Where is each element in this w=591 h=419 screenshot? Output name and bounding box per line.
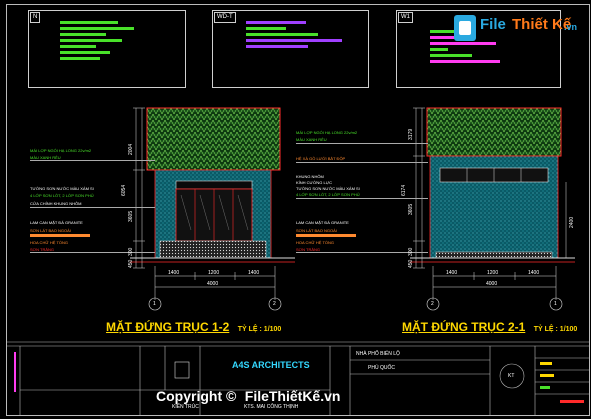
left-note-7: HOA CHỮ HỆ TỔNG — [30, 240, 69, 245]
right-note-4: KÍNH CƯỜNG LỰC — [296, 180, 333, 185]
left-axis-1: 1 — [153, 301, 156, 307]
right-note-8: SƠN LÁT BAO NGOÀI — [296, 228, 337, 233]
footer-copyright: Copyright © — [156, 388, 237, 404]
right-note-9: HOA CHỮ HỆ TỔNG — [296, 240, 335, 245]
right-dim-v-0: 3179 — [408, 128, 414, 140]
firm-name: A4S ARCHITECTS — [232, 360, 310, 370]
left-elevation — [130, 107, 295, 311]
left-note-0: MÁI LỢP NGÓI HẠ LONG 22v/m2 — [30, 148, 92, 153]
right-axis-1: 1 — [554, 301, 557, 307]
right-dim-total: 4000 — [486, 281, 498, 287]
right-dim-b-1: 1200 — [487, 270, 499, 276]
left-note-5: LAM CAN MẶT ĐÁ GRANITE — [30, 220, 83, 225]
right-dim-v-4: 450 — [408, 259, 414, 268]
right-elevation-scale: TỶ LỆ : 1/100 — [533, 326, 578, 333]
left-note-6: SƠN LÁT BAO NGOÀI — [30, 228, 71, 233]
right-note-1: MÀU XANH RÊU — [296, 137, 327, 142]
cad-drawing-canvas: N WD-T W1 File Thiết Kế .vn MÁI LỢP NGÓI… — [0, 0, 591, 419]
left-dim-v-4: 450 — [128, 259, 134, 268]
left-dim-b-2: 1400 — [248, 270, 260, 276]
footer-brand: FileThiếtKế.vn — [244, 388, 341, 404]
left-note-2: TƯỜNG SƠN NƯỚC MÀU XÁM SI — [30, 186, 94, 191]
right-elevation-title-text: MẶT ĐỨNG TRỤC 2-1 — [402, 320, 526, 334]
left-axis-2: 2 — [273, 301, 276, 307]
left-note-3: 4 LỚP SƠN LÓT, 2 LỚP SƠN PHỦ — [30, 193, 94, 198]
right-note-7: LAM CAN MẶT ĐÁ GRANITE — [296, 220, 349, 225]
project-location: PHÚ QUỐC — [368, 365, 395, 371]
right-dim-right: 2400 — [569, 216, 575, 228]
right-elevation-title: MẶT ĐỨNG TRỤC 2-1 TỶ LỆ : 1/100 — [402, 318, 577, 336]
right-note-0: MÁI LỢP NGÓI HẠ LONG 22v/m2 — [296, 130, 358, 135]
right-dim-v-1: 3605 — [408, 203, 414, 215]
left-dim-b-1: 1200 — [208, 270, 220, 276]
left-elevation-scale: TỶ LỆ : 1/100 — [237, 326, 282, 333]
footer-watermark: Copyright © FileThiếtKế.vn — [156, 388, 340, 406]
right-note-2: HỆ XÀ GỒ LƯỚI BẮT ĐỘP — [296, 156, 346, 161]
elevation-drawings — [6, 107, 590, 416]
right-note-5: TƯỜNG SƠN NƯỚC MÀU XÁM SI — [296, 186, 360, 191]
left-dim-v-0: 2004 — [128, 143, 134, 155]
left-dim-v-2: 6054 — [121, 184, 127, 196]
left-elevation-title: MẶT ĐỨNG TRỤC 1-2 TỶ LỆ : 1/100 — [106, 318, 281, 336]
stamp-label: KT — [508, 373, 515, 379]
left-dim-v-3: 300 — [128, 247, 134, 256]
right-note-3: KHUNG NHÔM — [296, 174, 324, 179]
right-dim-v-3: 300 — [408, 247, 414, 256]
right-dim-b-0: 1400 — [446, 270, 458, 276]
right-axis-2: 2 — [431, 301, 434, 307]
left-dim-b-0: 1400 — [168, 270, 180, 276]
left-note-4: CỬA CHÍNH KHUNG NHÔM — [30, 201, 82, 206]
left-dim-total: 4000 — [207, 281, 219, 287]
left-dim-v-1: 3605 — [128, 210, 134, 222]
right-note-6: 4 LỚP SƠN LÓT, 2 LỚP SƠN PHỦ — [296, 192, 360, 197]
right-dim-b-2: 1400 — [528, 270, 540, 276]
left-elevation-title-text: MẶT ĐỨNG TRỤC 1-2 — [106, 320, 230, 334]
project-name: NHÀ PHỐ BIỂN LỘ — [356, 351, 400, 357]
right-dim-v-2: 6174 — [401, 184, 407, 196]
right-elevation — [410, 107, 575, 311]
